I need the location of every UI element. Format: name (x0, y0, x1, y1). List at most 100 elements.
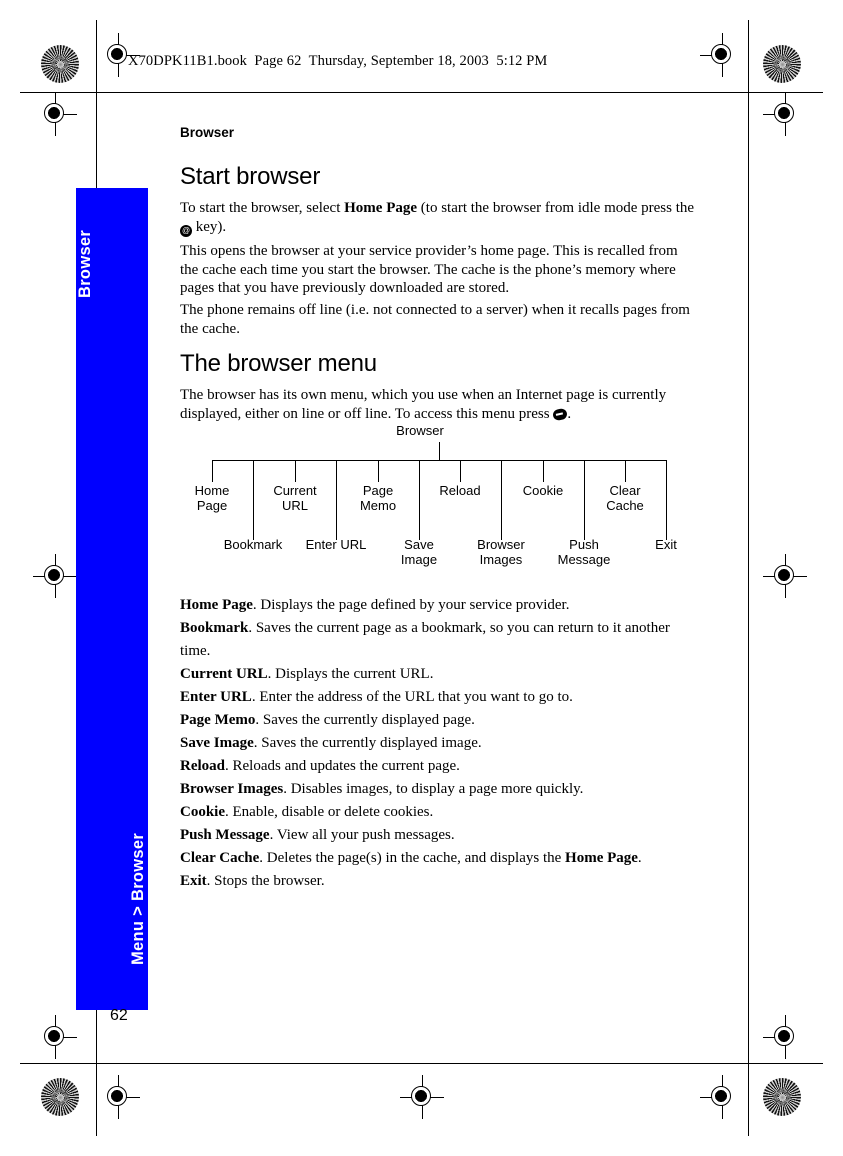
definition-desc: . Deletes the page(s) in the cache, and … (259, 850, 566, 866)
tree-node-root: Browser (396, 423, 444, 438)
side-tab-breadcrumb-label: Menu > Browser (129, 832, 147, 966)
definition-term: Bookmark (180, 620, 249, 636)
tree-node-browser-images: Browser Images (477, 537, 525, 567)
definition-row: Reload. Reloads and updates the current … (180, 755, 700, 778)
tree-node-push-message: Push Message (557, 537, 611, 567)
definition-desc: . Saves the current page as a bookmark, … (180, 620, 670, 659)
tree-node-clear-cache: Clear Cache (606, 483, 644, 513)
definition-row: Clear Cache. Deletes the page(s) in the … (180, 847, 700, 870)
paragraph-text-tail: key). (192, 218, 227, 235)
tree-stem-lower-5 (584, 460, 585, 540)
tree-stem-lower-2 (336, 460, 337, 540)
registration-crosshair-top-right (700, 33, 744, 77)
registration-crosshair-middle-left (33, 554, 77, 598)
running-head: Browser (180, 125, 235, 140)
side-tab-chapter-label: Browser (76, 229, 94, 299)
tree-node-cookie: Cookie (522, 483, 564, 498)
menu-key-icon (552, 407, 569, 421)
definition-row: Page Memo. Saves the currently displayed… (180, 709, 700, 732)
printed-page: X70DPK11B1.book Page 62 Thursday, Septem… (0, 0, 843, 1156)
definition-term: Cookie (180, 804, 225, 820)
registration-crosshair-middle-right (763, 554, 807, 598)
paragraph-start-browser-3: The phone remains off line (i.e. not con… (180, 302, 690, 337)
definition-row: Enter URL. Enter the address of the URL … (180, 686, 700, 709)
registration-crosshair-bottom-center (400, 1075, 444, 1119)
definition-term: Reload (180, 758, 225, 774)
star-target-bottom-right (763, 1078, 801, 1116)
definition-desc: . Saves the currently displayed image. (253, 735, 482, 751)
registration-crosshair-lower-right (763, 1015, 807, 1059)
trim-line-right-vertical (748, 20, 749, 1136)
tree-stem-upper-6 (625, 460, 626, 482)
definition-term: Exit (180, 873, 207, 889)
registration-crosshair-lower-left (33, 1015, 77, 1059)
definition-row: Exit. Stops the browser. (180, 870, 700, 893)
definition-desc: . Saves the currently displayed page. (255, 712, 475, 728)
tree-stem-lower-3 (419, 460, 420, 540)
heading-start-browser: Start browser (180, 163, 321, 190)
tree-node-reload: Reload (439, 483, 481, 498)
registration-crosshair-upper-left (33, 92, 77, 136)
definition-row: Browser Images. Disables images, to disp… (180, 778, 700, 801)
definition-term: Home Page (180, 597, 253, 613)
definition-term: Push Message (180, 827, 270, 843)
menu-item-definition-list: Home Page. Displays the page defined by … (180, 594, 700, 893)
paragraph-text-lead-2: The browser has its own menu, which you … (180, 387, 667, 422)
definition-desc: . Reloads and updates the current page. (225, 758, 460, 774)
registration-crosshair-bottom-right (700, 1075, 744, 1119)
tree-stem-lower-4 (501, 460, 502, 540)
definition-term: Save Image (180, 735, 254, 751)
definition-row: Push Message. View all your push message… (180, 824, 700, 847)
star-target-top-left (41, 45, 79, 83)
registration-crosshair-upper-right (763, 92, 807, 136)
tree-stem-lower-6 (666, 460, 667, 540)
paragraph-text-lead: To start the browser, select (180, 200, 345, 216)
definition-desc: . Enter the address of the URL that you … (251, 689, 573, 705)
heading-browser-menu: The browser menu (180, 350, 377, 377)
browser-menu-tree-diagram: Browser Home Page Current URL Page Memo … (180, 423, 700, 574)
registration-crosshair-bottom-left (96, 1075, 140, 1119)
definition-row: Cookie. Enable, disable or delete cookie… (180, 801, 700, 824)
tree-node-save-image: Save Image (400, 537, 438, 567)
definition-row: Current URL. Displays the current URL. (180, 663, 700, 686)
page-number: 62 (110, 1007, 128, 1024)
tree-node-page-memo: Page Memo (359, 483, 397, 513)
definition-row: Save Image. Saves the currently displaye… (180, 732, 700, 755)
tree-node-enter-url: Enter URL (305, 537, 367, 552)
trim-line-top-horizontal (20, 92, 823, 93)
star-target-bottom-left (41, 1078, 79, 1116)
definition-term: Current URL (180, 666, 268, 682)
trim-line-bottom-horizontal (20, 1063, 823, 1064)
paragraph-text-mid: (to start the browser from idle mode pre… (417, 200, 695, 216)
tree-node-exit: Exit (655, 537, 677, 552)
definition-row: Home Page. Displays the page defined by … (180, 594, 700, 617)
tree-stem-upper-5 (543, 460, 544, 482)
tree-stem-upper-2 (295, 460, 296, 482)
inline-bold-home-page: Home Page (344, 200, 418, 216)
paragraph-browser-menu-1: The browser has its own menu, which you … (180, 386, 696, 423)
star-target-top-right (763, 45, 801, 83)
book-header-line: X70DPK11B1.book Page 62 Thursday, Septem… (128, 53, 548, 69)
tree-stem-upper-4 (460, 460, 461, 482)
definition-desc-tail: . (637, 850, 642, 866)
tree-node-bookmark: Bookmark (223, 537, 283, 552)
definition-term: Page Memo (180, 712, 256, 728)
tree-node-home-page: Home Page (194, 483, 230, 513)
paragraph-start-browser-1: To start the browser, select Home Page (… (180, 199, 696, 237)
tree-stem-lower-1 (253, 460, 254, 540)
definition-term: Enter URL (180, 689, 252, 705)
tree-root-stem (439, 442, 440, 460)
definition-desc-bold: Home Page (565, 850, 638, 866)
at-key-icon: @ (180, 224, 192, 237)
definition-desc: . Enable, disable or delete cookies. (225, 804, 434, 820)
definition-desc: . Displays the current URL. (267, 666, 434, 682)
definition-row: Bookmark. Saves the current page as a bo… (180, 617, 700, 663)
paragraph-text-tail-2: . (567, 405, 572, 422)
paragraph-start-browser-2: This opens the browser at your service p… (180, 243, 678, 297)
definition-desc: . Stops the browser. (206, 873, 325, 889)
tree-node-current-url: Current URL (273, 483, 317, 513)
definition-term: Browser Images (180, 781, 284, 797)
definition-term: Clear Cache (180, 850, 260, 866)
tree-stem-upper-3 (378, 460, 379, 482)
definition-desc: . Disables images, to display a page mor… (283, 781, 584, 797)
